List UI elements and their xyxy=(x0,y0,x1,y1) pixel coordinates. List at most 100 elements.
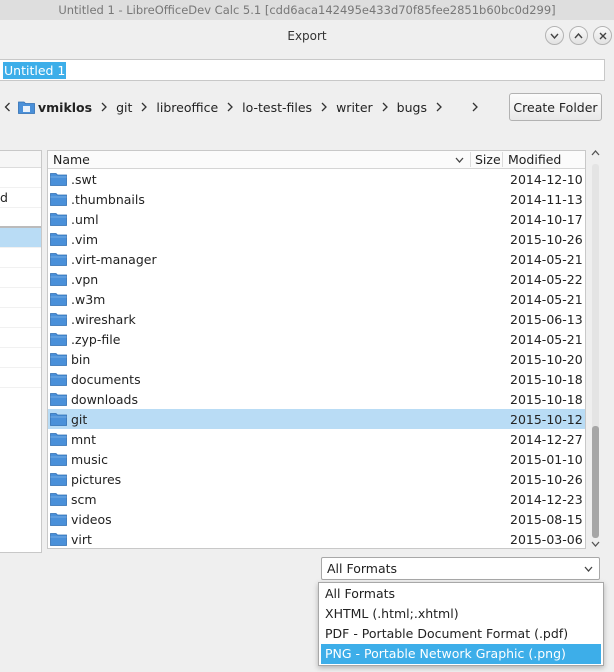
scroll-down-arrow[interactable] xyxy=(589,541,602,552)
file-name-cell: .zyp-file xyxy=(48,332,503,347)
scrollbar-thumb[interactable] xyxy=(592,426,599,538)
file-name-cell: music xyxy=(48,452,503,467)
folder-icon xyxy=(50,453,67,466)
file-modified: 2015-06-13 xyxy=(510,311,583,327)
file-row[interactable]: documents 2015-10-18 xyxy=(48,369,585,389)
place-item[interactable]: d xyxy=(0,188,41,208)
file-name-cell: downloads xyxy=(48,392,503,407)
file-modified: 2014-12-27 xyxy=(510,431,583,447)
file-modified: 2014-12-10 xyxy=(510,171,583,187)
file-type-filter-combo[interactable]: All Formats xyxy=(321,557,600,580)
file-row[interactable]: .virt-manager 2014-05-21 xyxy=(48,249,585,269)
file-name: music xyxy=(71,451,108,467)
file-row[interactable]: .vpn 2014-05-22 xyxy=(48,269,585,289)
file-name-cell: .vim xyxy=(48,232,503,247)
folder-icon xyxy=(50,313,67,326)
file-name-cell: scm xyxy=(48,492,503,507)
folder-icon xyxy=(50,173,67,186)
file-row[interactable]: .vim 2015-10-26 xyxy=(48,229,585,249)
filter-option[interactable]: XHTML (.html;.xhtml) xyxy=(319,604,603,624)
places-header xyxy=(0,151,41,168)
file-row[interactable]: downloads 2015-10-18 xyxy=(48,389,585,409)
file-name: pictures xyxy=(71,471,122,487)
filter-option[interactable]: All Formats xyxy=(319,584,603,604)
place-item[interactable] xyxy=(0,348,41,368)
breadcrumb-separator-icon xyxy=(436,102,442,112)
breadcrumb-home-label: vmiklos xyxy=(38,99,93,115)
file-name: .zyp-file xyxy=(71,331,121,347)
file-modified: 2014-05-21 xyxy=(510,251,583,267)
file-row[interactable]: scm 2014-12-23 xyxy=(48,489,585,509)
breadcrumb-back-arrow[interactable] xyxy=(0,102,11,112)
file-row[interactable]: .uml 2014-10-17 xyxy=(48,209,585,229)
folder-icon xyxy=(50,513,67,526)
file-row[interactable]: videos 2015-08-15 xyxy=(48,509,585,529)
file-name-cell: videos xyxy=(48,512,503,527)
minimize-button[interactable] xyxy=(545,26,564,45)
file-name-cell: bin xyxy=(48,352,503,367)
home-folder-icon xyxy=(18,101,35,114)
maximize-button[interactable] xyxy=(569,26,588,45)
file-row[interactable]: bin 2015-10-20 xyxy=(48,349,585,369)
sort-chevron-down-icon xyxy=(455,157,464,163)
file-row[interactable]: music 2015-01-10 xyxy=(48,449,585,469)
breadcrumb-item-lo-test-files[interactable]: lo-test-files xyxy=(233,100,321,115)
file-list-scrollbar[interactable] xyxy=(589,150,602,552)
file-name-cell: .swt xyxy=(48,172,503,187)
place-item[interactable] xyxy=(0,328,41,348)
column-header-size[interactable]: Size xyxy=(471,152,503,167)
folder-icon xyxy=(50,393,67,406)
scrollbar-track[interactable] xyxy=(592,164,599,538)
place-item[interactable] xyxy=(0,288,41,308)
places-panel: d xyxy=(0,150,42,553)
file-row[interactable]: pictures 2015-10-26 xyxy=(48,469,585,489)
breadcrumb-forward-arrow[interactable] xyxy=(472,102,478,112)
filename-input[interactable]: Untitled 1 xyxy=(0,59,605,81)
create-folder-button[interactable]: Create Folder xyxy=(509,93,602,121)
file-list-header: Name Size Modified xyxy=(48,151,585,169)
file-list[interactable]: Name Size Modified .swt 2014-12-10 .thumbn… xyxy=(47,150,586,549)
filter-option[interactable]: PDF - Portable Document Format (.pdf) xyxy=(319,624,603,644)
file-row[interactable]: git 2015-10-12 xyxy=(48,409,585,429)
place-item[interactable] xyxy=(0,208,41,228)
breadcrumb-item-bugs[interactable]: bugs xyxy=(388,100,436,115)
file-modified: 2015-10-18 xyxy=(510,371,583,387)
place-item[interactable] xyxy=(0,268,41,288)
folder-icon xyxy=(50,473,67,486)
file-row[interactable]: .wireshark 2015-06-13 xyxy=(48,309,585,329)
breadcrumb-item-libreoffice[interactable]: libreoffice xyxy=(147,100,227,115)
filter-option-highlighted[interactable]: PNG - Portable Network Graphic (.png) xyxy=(321,644,601,664)
file-name: .virt-manager xyxy=(71,251,157,267)
file-name-cell: .wireshark xyxy=(48,312,503,327)
filter-selected-value: All Formats xyxy=(327,561,398,576)
folder-icon xyxy=(50,373,67,386)
file-row[interactable]: mnt 2014-12-27 xyxy=(48,429,585,449)
file-modified: 2015-03-06 xyxy=(510,531,583,547)
column-header-modified[interactable]: Modified xyxy=(503,152,585,167)
place-item[interactable] xyxy=(0,168,41,188)
file-modified: 2014-12-23 xyxy=(510,491,583,507)
chevron-down-icon xyxy=(584,566,593,572)
file-modified: 2014-05-21 xyxy=(510,291,583,307)
place-item-selected[interactable] xyxy=(0,228,41,248)
column-header-name[interactable]: Name xyxy=(48,152,471,167)
scroll-up-arrow[interactable] xyxy=(589,150,602,161)
file-row[interactable]: .zyp-file 2014-05-21 xyxy=(48,329,585,349)
file-row[interactable]: .w3m 2014-05-21 xyxy=(48,289,585,309)
file-row[interactable]: .swt 2014-12-10 xyxy=(48,169,585,189)
place-item[interactable] xyxy=(0,368,41,388)
file-row[interactable]: virt 2015-03-06 xyxy=(48,529,585,548)
close-button[interactable] xyxy=(593,26,612,45)
breadcrumb-home[interactable]: vmiklos xyxy=(11,100,101,115)
file-name: git xyxy=(71,411,88,427)
file-rows: .swt 2014-12-10 .thumbnails 2014-11-13 .uml 2… xyxy=(48,169,585,548)
chevron-right-icon xyxy=(472,102,478,112)
breadcrumb-item-writer[interactable]: writer xyxy=(327,100,382,115)
place-item[interactable] xyxy=(0,308,41,328)
breadcrumb-item-git[interactable]: git xyxy=(107,100,141,115)
folder-icon xyxy=(50,193,67,206)
place-item[interactable] xyxy=(0,248,41,268)
window-controls xyxy=(545,26,612,45)
file-name: .wireshark xyxy=(71,311,136,327)
file-row[interactable]: .thumbnails 2014-11-13 xyxy=(48,189,585,209)
